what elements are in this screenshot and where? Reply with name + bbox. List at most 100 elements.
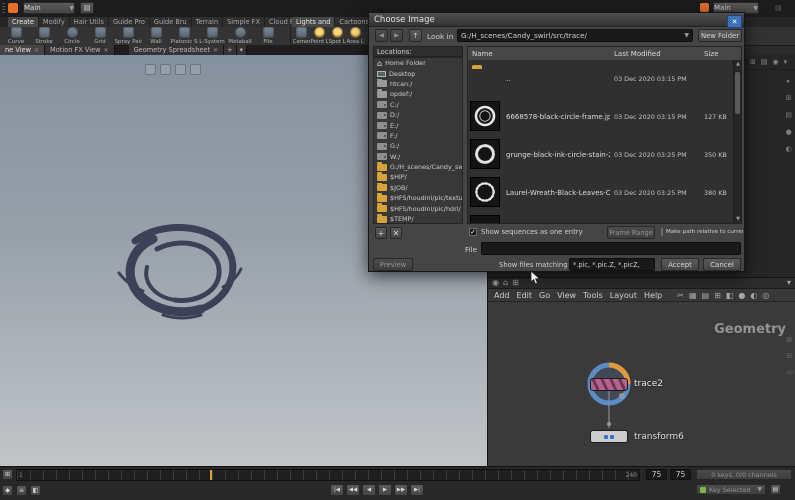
file-list-scrollbar[interactable]: ▲ ▼ [733, 60, 741, 223]
zoom-out-icon[interactable]: ⊟ [786, 352, 793, 360]
checkbox-unchecked-icon[interactable] [661, 228, 663, 236]
play-button[interactable]: ▶ [378, 484, 392, 496]
shelf-tool-curve[interactable]: Curve [2, 27, 30, 45]
shelf-tab[interactable]: Modify [39, 17, 70, 27]
add-location-button[interactable]: + [375, 227, 387, 239]
frame-icon[interactable]: ▭ [786, 368, 793, 376]
dialog-title-bar[interactable]: Choose Image ✕ [369, 13, 744, 27]
snap-icon[interactable] [145, 64, 156, 75]
pin-icon[interactable]: ◉ [773, 58, 779, 66]
rewind-button[interactable]: ◀◀ [346, 484, 360, 496]
jump-end-button[interactable]: ▶| [410, 484, 424, 496]
location-desktop[interactable]: Desktop [374, 68, 462, 78]
path-combo[interactable]: G:/H_scenes/Candy_swirl/src/trace/ ▼ [457, 29, 693, 42]
location-job[interactable]: $JOB/ [374, 183, 462, 193]
shelf-tab[interactable]: Guide Pro [109, 17, 150, 27]
location-drive-f[interactable]: F:/ [374, 131, 462, 141]
layout-icon[interactable]: ⊞ [750, 58, 756, 66]
file-row-parent[interactable]: .. 03 Dec 2020 03:15 PM [468, 60, 741, 99]
key-scope-dropdown[interactable]: Key Selected ▼ [696, 484, 766, 495]
menu-edit[interactable]: Edit [517, 291, 533, 300]
accept-button[interactable]: Accept [661, 258, 699, 271]
zoom-in-icon[interactable]: ⊞ [786, 336, 793, 344]
channel-list-icon[interactable]: ≡ [16, 485, 27, 496]
expand-icon[interactable]: ▸ [787, 77, 791, 85]
shelf-tab[interactable]: Guide Bru [150, 17, 192, 27]
pane-options-icon[interactable]: ▤ [775, 4, 782, 12]
checkbox-checked-icon[interactable]: ✓ [469, 228, 477, 236]
preview-button[interactable]: Preview [373, 258, 413, 271]
location-drive-g[interactable]: G:/ [374, 141, 462, 151]
node-trace2[interactable] [590, 378, 628, 391]
frame-increment-field[interactable]: 75 [670, 469, 691, 480]
frame-range-button[interactable]: Frame Range [607, 226, 655, 239]
home-icon[interactable]: ⌂ [503, 279, 508, 287]
menu-view[interactable]: View [557, 291, 576, 300]
display-icon[interactable]: ◐ [750, 291, 757, 300]
keyframe-icon[interactable]: ◆ [2, 485, 13, 496]
shelf-tool-spot-light[interactable]: Spot Light [328, 27, 346, 45]
desktop-options-button[interactable]: ▤ [80, 2, 94, 14]
location-hfs-hdri[interactable]: $HFS/houdini/pic/hdri/ [374, 203, 462, 213]
timeline-ruler[interactable]: 1 240 [16, 469, 640, 481]
menu-help[interactable]: Help [644, 291, 662, 300]
file-name-input[interactable] [481, 242, 741, 255]
half-icon[interactable]: ◐ [786, 145, 792, 153]
audio-icon[interactable]: ◧ [30, 485, 41, 496]
file-row-partial[interactable] [468, 212, 741, 224]
frame-all-icon[interactable]: ⊞ [714, 291, 721, 300]
shelf-tool-lsystem[interactable]: L-System [198, 27, 226, 45]
chevron-down-icon[interactable]: ▾ [784, 58, 788, 66]
shelf-tab[interactable]: Simple FX [223, 17, 265, 27]
close-icon[interactable]: ✕ [104, 47, 109, 54]
shelf-tab[interactable]: Lights and [292, 17, 335, 27]
location-htcan[interactable]: htcan:/ [374, 79, 462, 89]
location-drive-e[interactable]: E:/ [374, 120, 462, 130]
display-options-icon[interactable] [190, 64, 201, 75]
close-icon[interactable]: ✕ [34, 47, 39, 54]
color-palette-icon[interactable]: ◧ [726, 291, 734, 300]
new-tab-button[interactable]: + [224, 45, 237, 55]
file-row[interactable]: 6668578-black-circle-frame.jpg 03 Dec 20… [468, 98, 741, 137]
scroll-down-icon[interactable]: ▼ [734, 215, 742, 223]
cancel-button[interactable]: Cancel [703, 258, 741, 271]
pattern-input[interactable]: *.pic, *.pic.Z, *.picZ, [569, 258, 655, 271]
show-sequences-option[interactable]: ✓ Show sequences as one entry [469, 228, 583, 236]
shelf-tool-point-light[interactable]: Point Light [310, 27, 328, 45]
location-hfs-texture[interactable]: $HFS/houdini/pic/texture/ [374, 193, 462, 203]
shelf-tool-stroke[interactable]: Stroke [30, 27, 58, 45]
column-modified[interactable]: Last Modified [614, 50, 661, 58]
shelf-tool-circle[interactable]: Circle [58, 27, 86, 45]
location-hip[interactable]: $HIP/ [374, 172, 462, 182]
shelf-tool-camera[interactable]: Camera [292, 27, 310, 45]
shelf-tool-metaball[interactable]: Metaball [226, 27, 254, 45]
fast-forward-button[interactable]: ▶▶ [394, 484, 408, 496]
shelf-tab[interactable]: Create [8, 17, 39, 27]
tab-motion-fx-view[interactable]: Motion FX View✕ [45, 45, 115, 55]
zoom-icon[interactable]: ◎ [762, 291, 769, 300]
column-name[interactable]: Name [472, 50, 493, 58]
remove-location-button[interactable]: ✕ [390, 227, 402, 239]
network-editor[interactable]: ◉ ⌂ ⊞ ▾ Add Edit Go View Tools Layout He… [487, 277, 795, 466]
cut-icon[interactable]: ✂ [677, 291, 684, 300]
location-drive-w[interactable]: W:/ [374, 152, 462, 162]
node-flag-icon[interactable] [610, 435, 614, 439]
location-opdef[interactable]: opdef:/ [374, 89, 462, 99]
scrollbar-thumb[interactable] [735, 72, 740, 114]
grid-view-icon[interactable]: ▦ [689, 291, 697, 300]
new-folder-button[interactable]: New Folder [698, 29, 742, 42]
pin-icon[interactable]: ◉ [492, 279, 499, 287]
shelf-tab[interactable]: Terrain [192, 17, 223, 27]
menu-tools[interactable]: Tools [583, 291, 603, 300]
shelf-tool-platonic-solids[interactable]: Platonic Solids [170, 27, 198, 45]
shelf-tool-wall[interactable]: Wall [142, 27, 170, 45]
list-view-icon[interactable]: ▤ [702, 291, 710, 300]
column-size[interactable]: Size [704, 50, 718, 58]
tab-geometry-spreadsheet[interactable]: Geometry Spreadsheet✕ [129, 45, 225, 55]
chevron-down-icon[interactable]: ▾ [787, 279, 791, 287]
playbar-settings-button[interactable]: ▤ [770, 484, 781, 495]
list-icon[interactable]: ▤ [761, 58, 768, 66]
menu-add[interactable]: Add [494, 291, 510, 300]
move-mode-icon[interactable] [175, 64, 186, 75]
close-icon[interactable]: ✕ [727, 15, 742, 28]
